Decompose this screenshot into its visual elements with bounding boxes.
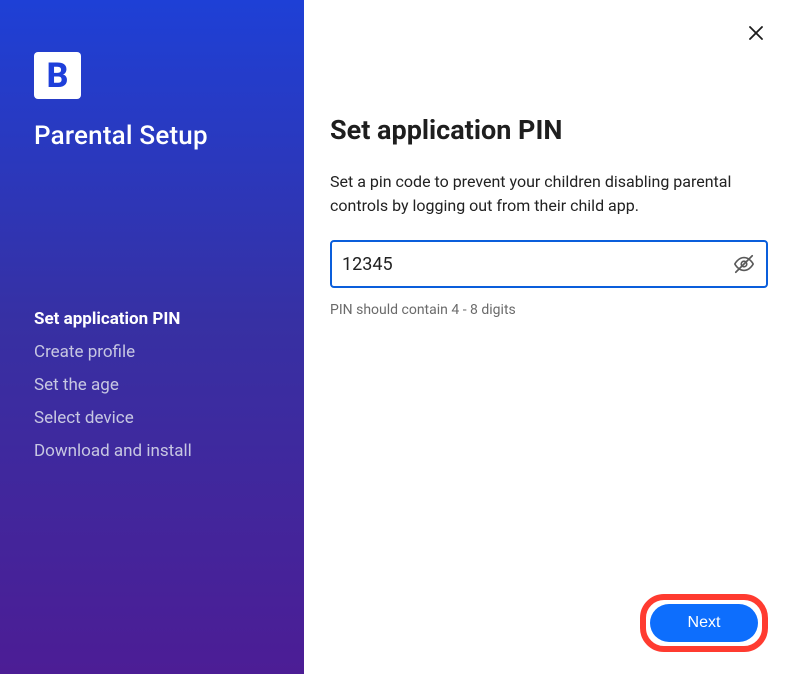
close-button[interactable] (744, 21, 768, 45)
setup-steps-list: Set application PIN Create profile Set t… (34, 309, 270, 461)
next-button[interactable]: Next (650, 604, 758, 642)
logo-letter: B (47, 59, 69, 93)
app-logo: B (34, 52, 81, 99)
content-area: Set application PIN Set a pin code to pr… (330, 114, 768, 318)
sidebar-step-create-profile[interactable]: Create profile (34, 342, 270, 362)
close-icon (747, 24, 765, 42)
footer: Next (330, 594, 768, 652)
page-title: Set application PIN (330, 114, 768, 146)
sidebar-step-set-the-age[interactable]: Set the age (34, 375, 270, 395)
eye-off-icon (733, 253, 755, 275)
pin-input-wrapper (330, 240, 768, 288)
toggle-pin-visibility-button[interactable] (732, 252, 756, 276)
page-description: Set a pin code to prevent your children … (330, 170, 768, 218)
sidebar-step-download-and-install[interactable]: Download and install (34, 441, 270, 461)
sidebar: B Parental Setup Set application PIN Cre… (0, 0, 304, 674)
pin-input[interactable] (330, 240, 768, 288)
sidebar-step-set-application-pin[interactable]: Set application PIN (34, 309, 270, 329)
sidebar-step-select-device[interactable]: Select device (34, 408, 270, 428)
pin-helper-text: PIN should contain 4 - 8 digits (330, 302, 768, 318)
next-button-highlight: Next (640, 594, 768, 652)
main-panel: Set application PIN Set a pin code to pr… (304, 0, 794, 674)
sidebar-title: Parental Setup (34, 121, 270, 151)
